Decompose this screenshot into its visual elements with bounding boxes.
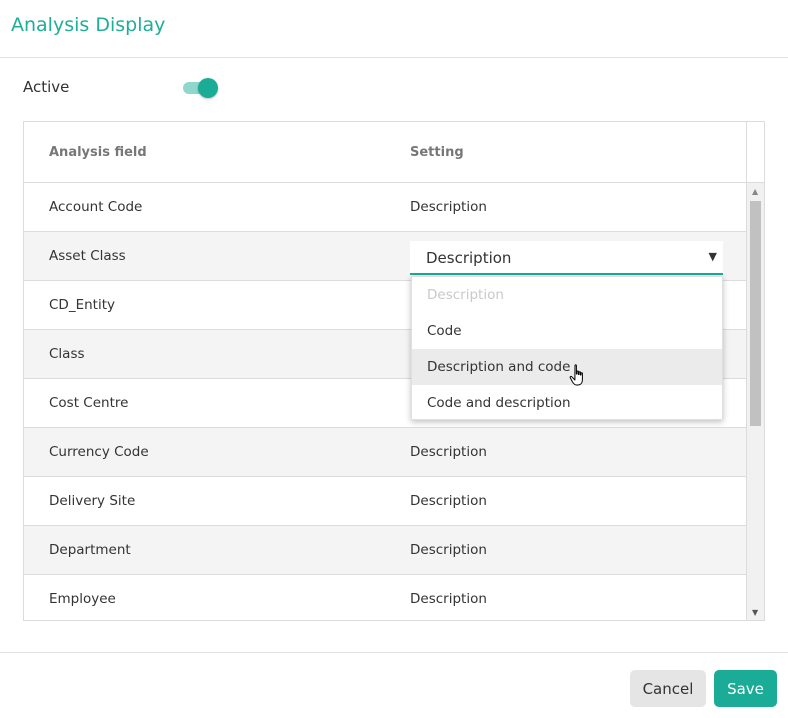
field-cell: Asset Class	[49, 248, 126, 264]
field-cell: Account Code	[49, 199, 143, 215]
table-row[interactable]: Delivery Site Description	[24, 477, 746, 526]
setting-cell[interactable]: Description	[410, 199, 487, 215]
active-label: Active	[23, 78, 70, 96]
field-cell: Currency Code	[49, 444, 149, 460]
header-scroll-corner	[746, 122, 764, 183]
dropdown-option-description: Description	[427, 287, 504, 303]
toggle-knob	[198, 78, 218, 98]
field-cell: CD_Entity	[49, 297, 115, 313]
active-toggle[interactable]	[183, 77, 219, 99]
select-value: Description	[426, 249, 512, 267]
column-header-analysis-field[interactable]: Analysis field	[49, 145, 147, 160]
table-row[interactable]: Currency Code Description	[24, 428, 746, 477]
table-row[interactable]: Asset Class Description ▼	[24, 232, 746, 281]
scroll-down-icon[interactable]: ▼	[752, 608, 758, 617]
scrollbar-thumb[interactable]	[750, 201, 761, 426]
dropdown-option-code[interactable]: Code	[412, 313, 722, 349]
table-row[interactable]: Employee Description	[24, 575, 746, 620]
setting-cell[interactable]: Description	[410, 493, 487, 509]
table-row[interactable]: Department Description	[24, 526, 746, 575]
setting-cell[interactable]: Description	[410, 591, 487, 607]
vertical-scrollbar[interactable]: ▲ ▼	[746, 183, 764, 620]
scroll-up-icon[interactable]: ▲	[752, 187, 758, 196]
field-cell: Department	[49, 542, 131, 558]
setting-select[interactable]: Description ▼	[410, 241, 723, 275]
field-cell: Class	[49, 346, 85, 362]
field-cell: Employee	[49, 591, 116, 607]
hand-pointer-icon	[569, 364, 583, 386]
save-button[interactable]: Save	[714, 670, 777, 707]
table-row[interactable]: Account Code Description	[24, 183, 746, 232]
grid-header: Analysis field Setting	[24, 122, 746, 183]
setting-cell[interactable]: Description	[410, 444, 487, 460]
dropdown-option-code-and-description[interactable]: Code and description	[412, 385, 722, 421]
footer-divider	[0, 652, 788, 653]
column-header-setting[interactable]: Setting	[410, 145, 464, 160]
dialog-title: Analysis Display	[11, 14, 166, 36]
caret-down-icon: ▼	[708, 250, 717, 263]
dropdown-option-description-and-code[interactable]: Description and code	[412, 349, 722, 385]
cancel-button[interactable]: Cancel	[630, 670, 706, 707]
field-cell: Delivery Site	[49, 493, 136, 509]
setting-dropdown-menu: Description Code Description and code Co…	[411, 276, 723, 420]
setting-cell[interactable]: Description	[410, 542, 487, 558]
field-cell: Cost Centre	[49, 395, 129, 411]
header-divider	[0, 57, 788, 58]
